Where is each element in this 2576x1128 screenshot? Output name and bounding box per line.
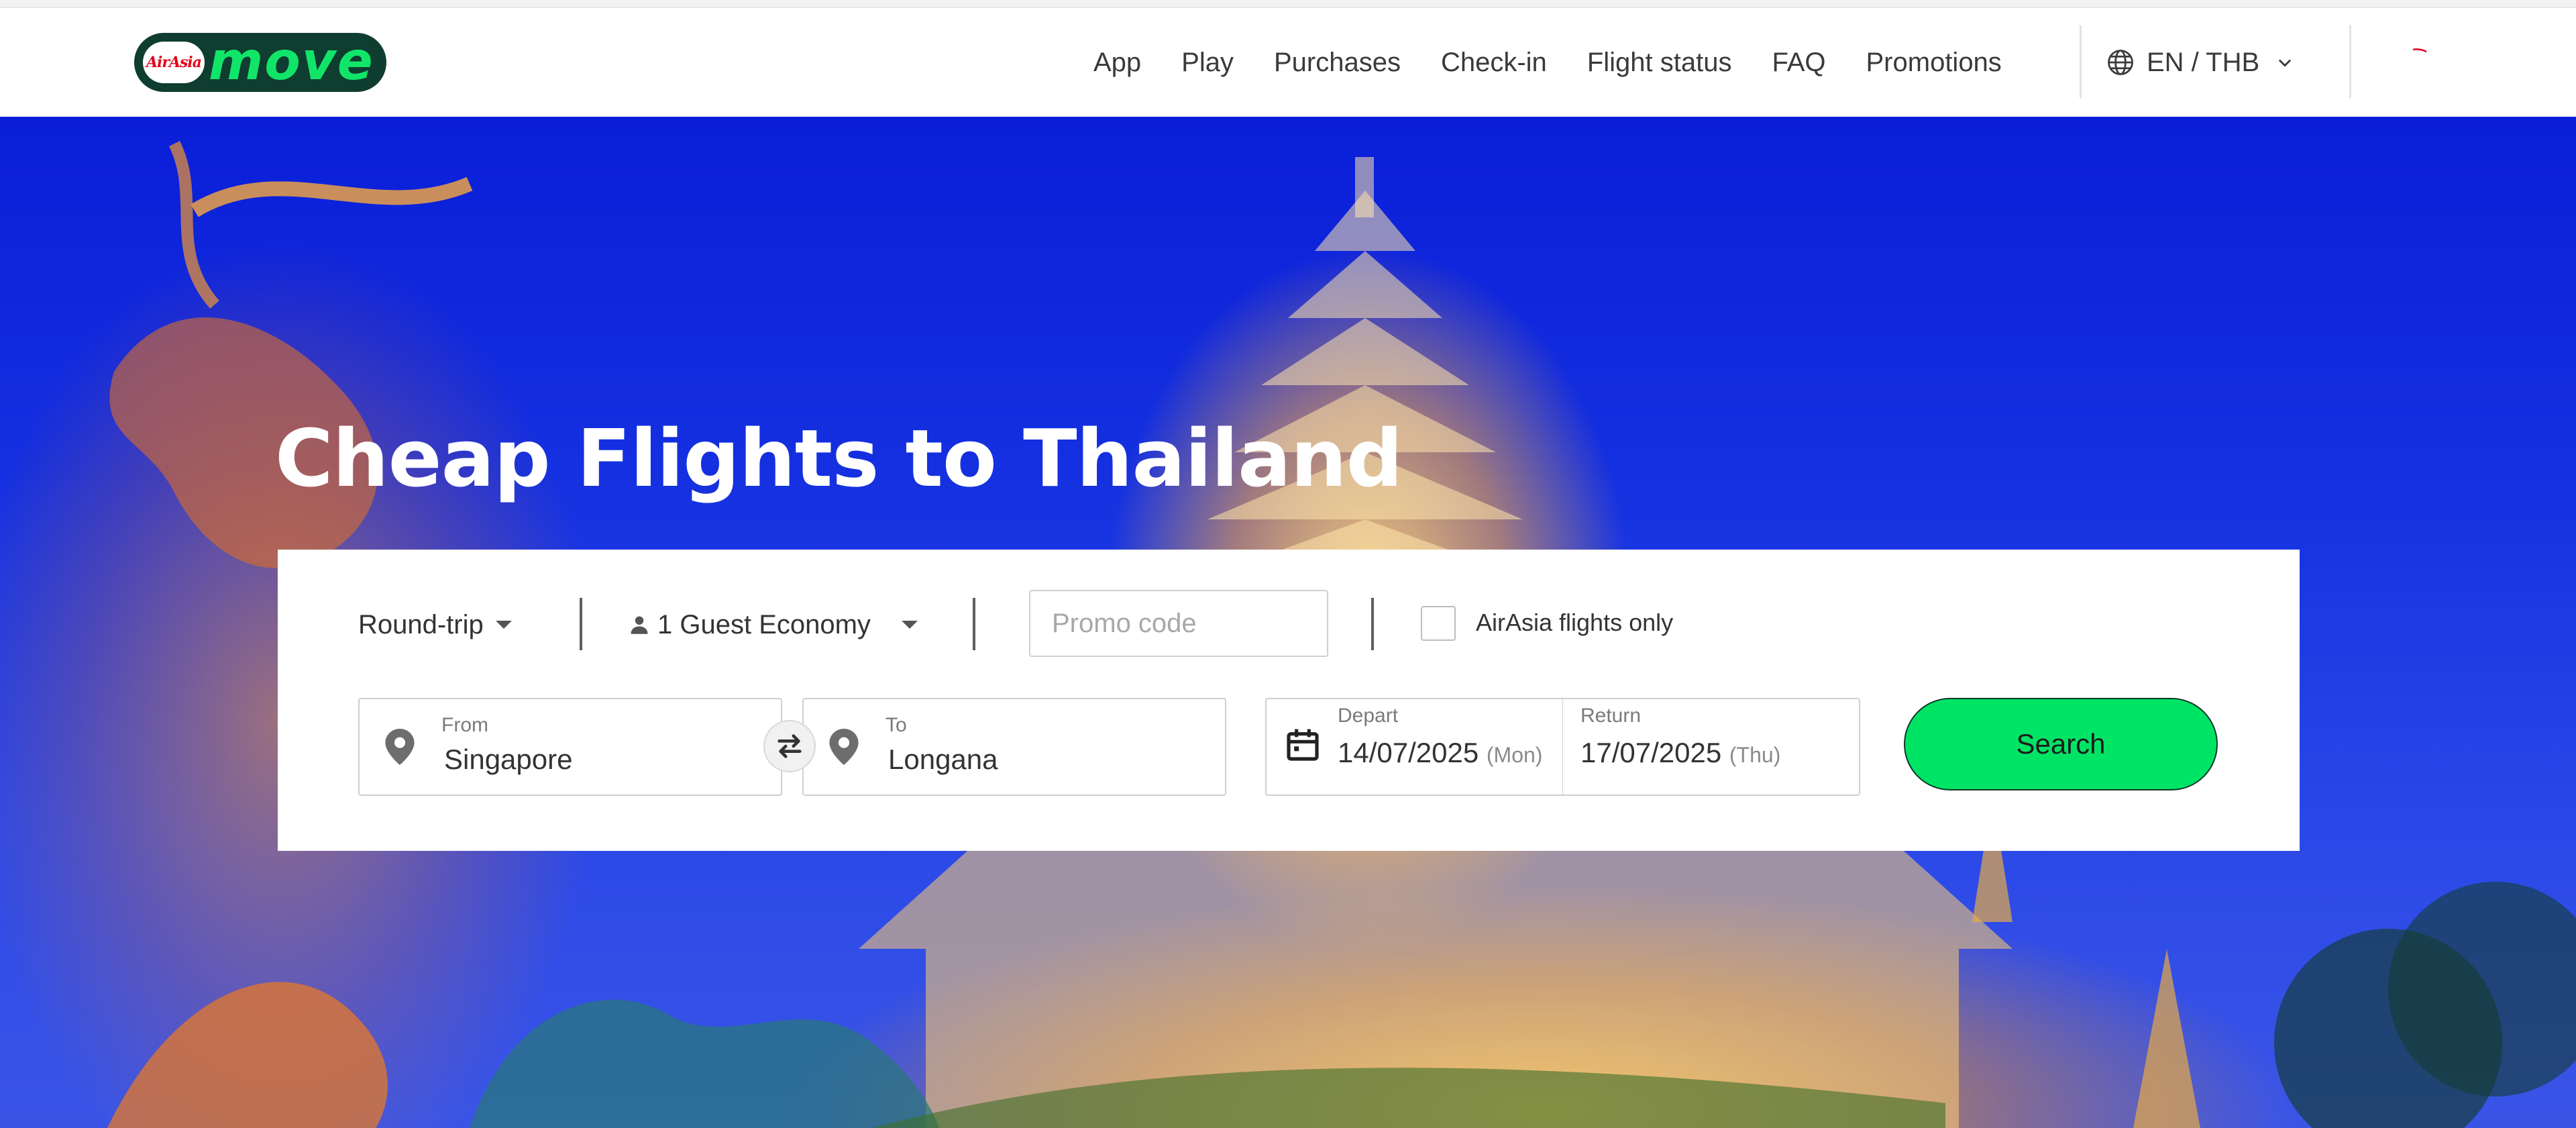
swap-button[interactable]	[763, 720, 816, 772]
promo-code-input[interactable]	[1029, 590, 1328, 657]
return-date: 17/07/2025	[1580, 737, 1722, 768]
site-header: AirAsia move App Play Purchases Check-in…	[0, 8, 2576, 118]
divider	[580, 598, 582, 650]
search-button[interactable]: Search	[1904, 698, 2218, 790]
caret-down-icon	[901, 621, 918, 629]
nav-check-in[interactable]: Check-in	[1441, 48, 1547, 78]
guest-class-dropdown[interactable]: 1 Guest Economy	[629, 606, 918, 644]
calendar-icon	[1287, 729, 1319, 761]
chevron-down-icon	[2279, 59, 2292, 67]
airasia-only-label: AirAsia flights only	[1476, 609, 1674, 636]
return-label: Return	[1580, 705, 1642, 727]
return-date-value: 17/07/2025 (Thu)	[1580, 737, 1780, 769]
location-pin-icon	[385, 729, 415, 765]
to-label: To	[885, 714, 907, 736]
nav-faq[interactable]: FAQ	[1772, 48, 1825, 78]
return-date-field[interactable]: Return 17/07/2025 (Thu)	[1562, 698, 1860, 796]
depart-day: (Mon)	[1486, 743, 1543, 767]
depart-label: Depart	[1338, 705, 1399, 727]
divider	[1371, 598, 1374, 650]
swap-icon	[777, 734, 802, 758]
trip-type-dropdown[interactable]: Round-trip	[358, 606, 512, 644]
airasia-move-logo[interactable]: AirAsia move	[134, 32, 386, 92]
to-value: Longana	[888, 744, 998, 775]
nav-play[interactable]: Play	[1181, 48, 1234, 78]
location-pin-icon	[829, 729, 859, 765]
from-value: Singapore	[444, 744, 573, 775]
nav-purchases[interactable]: Purchases	[1274, 48, 1401, 78]
person-icon	[631, 616, 648, 634]
depart-date-value: 14/07/2025 (Mon)	[1338, 737, 1542, 769]
nav-divider	[2080, 25, 2082, 98]
flight-search-form: Round-trip 1 Guest Economy AirAsia	[278, 550, 2300, 851]
top-border	[0, 0, 2576, 8]
from-label: From	[441, 714, 488, 736]
page: AirAsia move App Play Purchases Check-in…	[0, 0, 2576, 1128]
main-nav: App Play Purchases Check-in Flight statu…	[1093, 8, 2042, 117]
language-label: EN / THB	[2147, 47, 2260, 77]
depart-date: 14/07/2025	[1338, 737, 1479, 768]
depart-date-field[interactable]: Depart 14/07/2025 (Mon)	[1265, 698, 1563, 796]
from-field[interactable]: From Singapore	[358, 698, 782, 796]
nav-flight-status[interactable]: Flight status	[1587, 48, 1732, 78]
nav-promotions[interactable]: Promotions	[1866, 48, 2002, 78]
logo-wordmark: move	[209, 32, 374, 92]
caret-down-icon	[495, 621, 512, 629]
return-day: (Thu)	[1729, 743, 1781, 767]
to-field[interactable]: To Longana	[802, 698, 1226, 796]
globe-icon	[2108, 50, 2133, 75]
nav-app[interactable]: App	[1093, 48, 1141, 78]
trip-type-value: Round-trip	[358, 609, 484, 639]
divider	[973, 598, 975, 650]
guest-class-value: 1 Guest Economy	[657, 609, 871, 639]
airasia-only-checkbox[interactable]	[1421, 606, 1456, 641]
nav-divider	[2349, 25, 2351, 98]
page-title: Cheap Flights to Thailand	[275, 412, 1403, 505]
language-currency-selector[interactable]: EN / THB	[2106, 8, 2306, 117]
logo-badge: AirAsia	[143, 42, 205, 83]
hero-banner: Cheap Flights to Thailand Round-trip 1 G…	[0, 117, 2576, 1128]
search-options-row: Round-trip 1 Guest Economy AirAsia	[358, 590, 2300, 660]
user-avatar-icon[interactable]	[2412, 48, 2427, 52]
